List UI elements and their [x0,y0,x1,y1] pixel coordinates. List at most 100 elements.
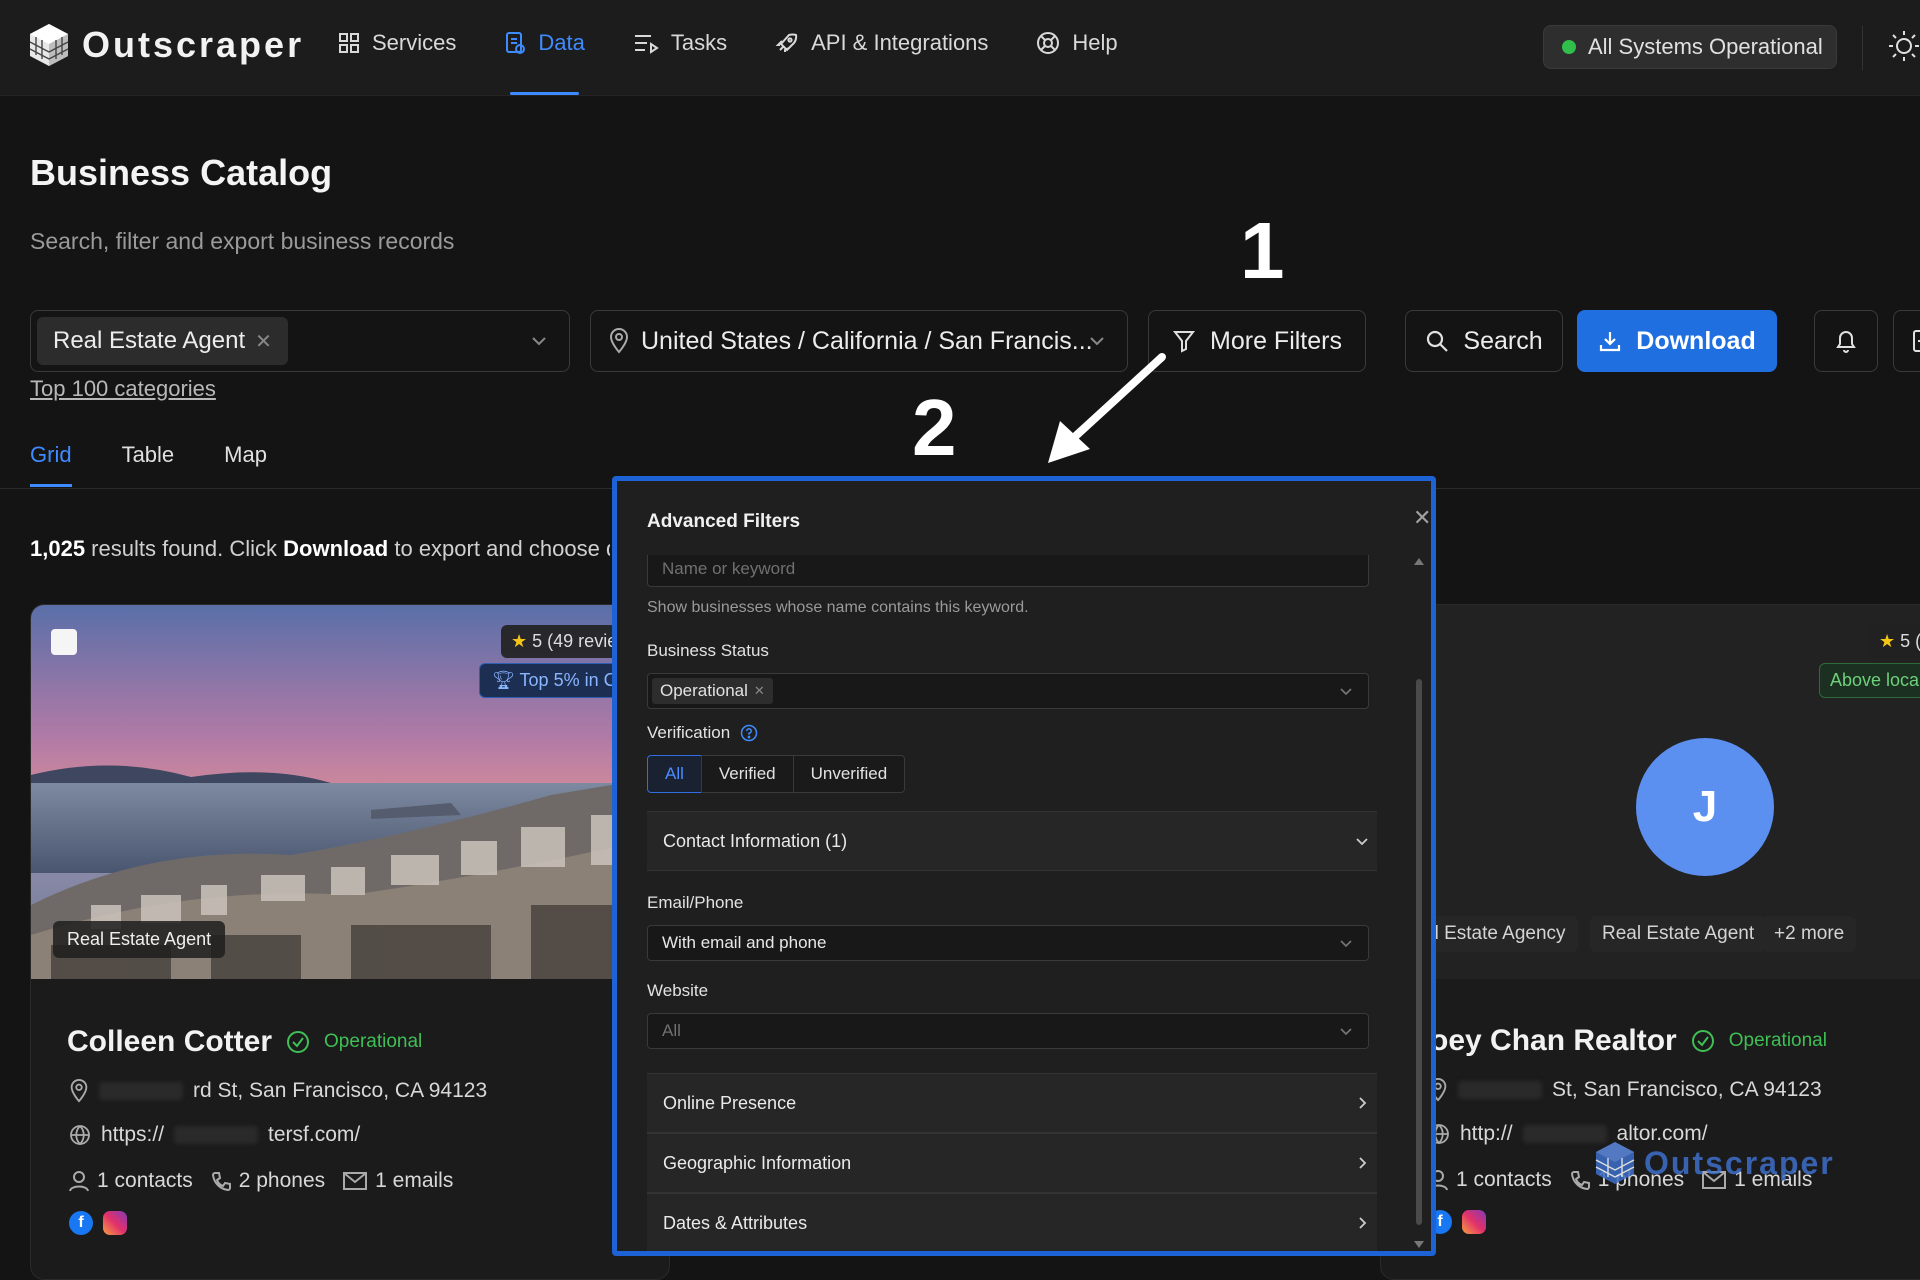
star-icon: ★ [1879,631,1896,651]
category-chip-label: Real Estate Agent [53,327,246,354]
website-select[interactable]: All [647,1013,1369,1049]
emails-count: 1 emails [375,1169,454,1192]
nav-services[interactable]: Services [338,30,456,56]
contact-info-section[interactable]: Contact Information (1) [647,811,1377,871]
advanced-filters-modal: Advanced Filters ✕ Name or keyword Show … [612,476,1436,1256]
tasks-list-icon [634,35,659,54]
nav-api-label: API & Integrations [811,30,989,55]
scroll-thumb[interactable] [1416,679,1422,1225]
category-tag: Real Estate Agent [53,921,226,958]
more-categories-chip[interactable]: +2 more [1762,916,1857,952]
website-suffix: tersf.com/ [268,1123,361,1146]
website-prefix: https:// [101,1123,165,1146]
star-icon: ★ [511,631,528,651]
chevron-down-icon [1340,1028,1352,1036]
business-name[interactable]: Colleen Cotter Operational [67,1025,422,1059]
nav-help-label: Help [1072,30,1118,55]
contact-counts-row: 1 contacts 2 phones 1 emails [69,1169,453,1193]
category-chip: Real Estate Agent ✕ [37,317,288,365]
help-circle-icon[interactable] [740,724,758,742]
rating-badge: ★ 5 (49 revie [501,625,628,658]
bell-icon [1836,331,1856,353]
website-label: Website [647,981,709,1000]
chevron-down-icon [532,337,546,346]
redacted-text [1458,1081,1542,1099]
address-text: St, San Francisco, CA 94123 [1552,1078,1822,1101]
verification-all[interactable]: All [647,755,702,793]
close-icon[interactable]: ✕ [1413,505,1431,531]
status-dot-icon [1562,40,1576,54]
business-card[interactable]: ★ 5 (49 revie 🏆︎ Top 5% in C Real Estate… [30,604,670,1280]
status-chip: Operational ✕ [652,678,773,704]
rocket-icon [775,33,798,52]
online-presence-section[interactable]: Online Presence [647,1073,1377,1133]
business-status-label: Business Status [647,641,769,660]
geographic-info-section[interactable]: Geographic Information [647,1133,1377,1193]
nav-data[interactable]: Data [504,30,585,95]
nav-data-label: Data [538,30,585,55]
remove-chip-icon[interactable]: ✕ [754,683,765,699]
business-photo: ★ 5 (49 revie 🏆︎ Top 5% in C Real Estate… [31,605,669,979]
business-status-select[interactable]: Operational ✕ [647,673,1369,709]
remove-chip-icon[interactable]: ✕ [255,329,272,354]
user-icon [69,1171,89,1192]
results-summary: 1,025 results found. Click Download to e… [30,536,610,562]
notify-button[interactable] [1814,310,1878,372]
nav-divider [1862,26,1863,70]
chevron-down-icon [1340,940,1352,948]
theme-toggle-button[interactable] [1888,28,1920,69]
annotation-step-2: 2 [912,383,957,472]
dates-attributes-section[interactable]: Dates & Attributes [647,1193,1377,1251]
geographic-info-title: Geographic Information [663,1152,852,1173]
facebook-icon[interactable]: f [69,1211,93,1235]
nav-tasks-label: Tasks [670,30,728,55]
contacts-count: 1 contacts [97,1169,193,1192]
page-title: Business Catalog [30,152,333,193]
export-doc-icon [1913,330,1920,352]
select-checkbox[interactable] [51,629,77,655]
website-value: All [662,1021,681,1040]
export-settings-button[interactable] [1893,310,1920,372]
page-subtitle: Search, filter and export business recor… [30,228,455,254]
top-categories-link[interactable]: Top 100 categories [30,376,216,402]
contacts-count: 1 contacts [1456,1168,1552,1191]
email-phone-select[interactable]: With email and phone [647,925,1369,961]
tab-grid[interactable]: Grid [30,442,72,487]
sun-icon [1889,31,1919,61]
scroll-up-arrow-icon[interactable] [1413,557,1425,567]
download-button[interactable]: Download [1577,310,1777,372]
avatar: J [1636,738,1774,876]
scroll-down-arrow-icon[interactable] [1413,1239,1425,1249]
results-text-a: results found. Click [85,536,284,561]
verification-unverified[interactable]: Unverified [792,755,906,793]
chevron-down-icon [1340,688,1352,696]
brand-name: Outscraper [82,24,305,65]
view-tabs: Grid Table Map [30,442,267,487]
tab-map[interactable]: Map [224,442,267,468]
more-filters-button[interactable]: More Filters [1148,310,1366,372]
verification-verified[interactable]: Verified [700,755,794,793]
brand[interactable]: Outscraper [28,22,304,68]
nav-tasks[interactable]: Tasks [633,30,727,56]
website-row[interactable]: https:// tersf.com/ [69,1123,360,1147]
modal-body: Name or keyword Show businesses whose na… [647,555,1377,1251]
verified-check-icon [287,1031,310,1053]
nav-help[interactable]: Help [1036,30,1118,56]
top-percent-text: Top 5% in C [519,670,617,690]
nav-api[interactable]: API & Integrations [775,30,988,56]
name-keyword-input[interactable]: Name or keyword [647,555,1369,587]
business-name[interactable]: oey Chan Realtor Operational [1430,1024,1827,1058]
modal-scrollbar[interactable] [1413,555,1425,1251]
category-select[interactable]: Real Estate Agent ✕ [30,310,570,372]
map-pin-icon [609,328,629,354]
online-presence-title: Online Presence [663,1092,797,1113]
category-chip: Real Estate Agent [1590,916,1767,952]
instagram-icon[interactable] [1462,1210,1486,1234]
system-status-badge[interactable]: All Systems Operational [1543,25,1837,69]
tab-table[interactable]: Table [122,442,175,468]
website-prefix: http:// [1460,1122,1513,1145]
search-button[interactable]: Search [1405,310,1563,372]
instagram-icon[interactable] [103,1211,127,1235]
verification-label: Verification [647,723,731,742]
chevron-down-icon [1356,838,1368,846]
